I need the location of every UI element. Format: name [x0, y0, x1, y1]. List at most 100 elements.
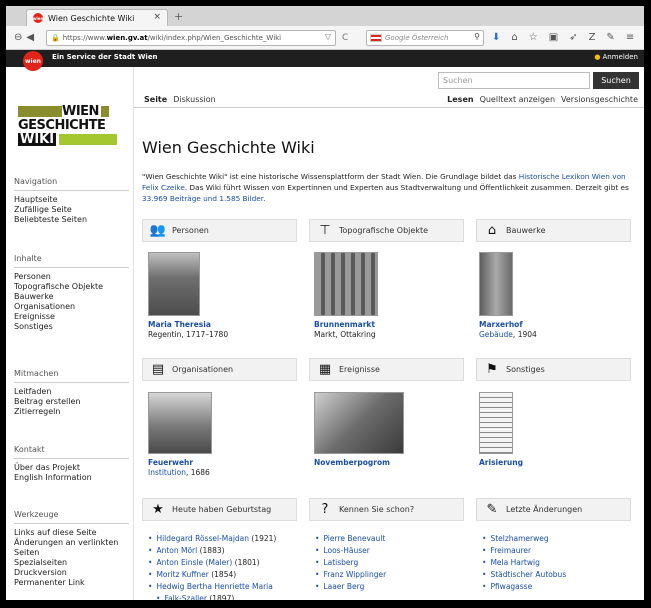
list-item-continuation[interactable]: Falk-Szaller (1897) — [148, 593, 303, 600]
stats-link[interactable]: 33.969 Beiträge und 1.585 Bilder — [142, 194, 263, 203]
flag-icon: ⚑ — [486, 362, 498, 377]
namespace-tabs: Seite Diskussion — [144, 95, 216, 104]
list-item[interactable]: Franz Wipplinger — [315, 569, 470, 581]
back-icon[interactable]: ⊖ — [14, 32, 22, 43]
featured-name[interactable]: Marxerhof — [479, 320, 634, 330]
tab-page[interactable]: Seite — [144, 95, 167, 104]
box-birthdays: ★ Heute haben Geburtstag — [142, 498, 297, 521]
browser-search-box[interactable]: Google Österreich ⚲ — [366, 30, 484, 46]
forward-icon[interactable]: ◀ — [26, 32, 34, 43]
list-item[interactable]: Freimaurer — [482, 545, 637, 557]
url-dropdown-icon[interactable]: ▽ — [325, 32, 331, 41]
box-bauwerke[interactable]: ⌂ Bauwerke — [476, 219, 631, 242]
address-bar[interactable]: 🔒 https://www.wien.gv.at/wiki/index.php/… — [46, 30, 336, 46]
search-icon[interactable]: ⚲ — [474, 32, 480, 41]
sidebar-item-personen[interactable]: Personen — [14, 272, 129, 282]
list-item[interactable]: Mela Hartwig — [482, 557, 637, 569]
list-item[interactable]: Hildegard Rössel-Majdan (1921) — [148, 533, 303, 545]
sidebar-item-related-changes[interactable]: Änderungen an verlinkten Seiten — [14, 538, 129, 558]
list-item[interactable]: Städtischer Autobus — [482, 569, 637, 581]
sidebar-item-citation-rules[interactable]: Zitierregeln — [14, 407, 129, 417]
category-link[interactable]: Institution — [148, 468, 186, 477]
list-item[interactable]: Anton Mörl (1883) — [148, 545, 303, 557]
home-icon[interactable]: ⌂ — [511, 32, 517, 43]
zotero-icon[interactable]: Z — [589, 32, 596, 43]
sidebar-item-about[interactable]: Über das Projekt — [14, 463, 129, 473]
box-title: Personen — [172, 226, 209, 235]
list-item[interactable]: Latisberg — [315, 557, 470, 569]
featured-name[interactable]: Brunnenmarkt — [314, 320, 469, 330]
building-image[interactable] — [479, 252, 513, 316]
did-you-know-list: Pierre Benevault Loos-Häuser Latisberg F… — [315, 533, 470, 593]
box-title: Organisationen — [172, 365, 234, 374]
people-icon: 👥 — [149, 223, 167, 238]
box-personen[interactable]: 👥 Personen — [142, 219, 297, 242]
box-did-you-know: ? Kennen Sie schon? — [309, 498, 464, 521]
clipboard-icon[interactable]: ▣ — [549, 32, 558, 43]
wien-logo-badge[interactable]: wien — [23, 51, 43, 71]
list-item[interactable]: Pfiwagasse — [482, 581, 637, 593]
wiki-search-input[interactable]: Suchen — [438, 72, 590, 89]
sidebar-item-permalink[interactable]: Permanenter Link — [14, 578, 129, 588]
close-tab-icon[interactable]: × — [153, 12, 161, 22]
box-title: Bauwerke — [506, 226, 546, 235]
list-item[interactable]: Loos-Häuser — [315, 545, 470, 557]
sidebar-item-organisationen[interactable]: Organisationen — [14, 302, 129, 312]
sidebar-item-english[interactable]: English Information — [14, 473, 129, 483]
sidebar-item-special-pages[interactable]: Spezialseiten — [14, 558, 129, 568]
sidebar-item-ereignisse[interactable]: Ereignisse — [14, 312, 129, 322]
sidebar-item-leitfaden[interactable]: Leitfaden — [14, 387, 129, 397]
austria-flag-icon — [370, 34, 382, 42]
document-image[interactable] — [479, 392, 513, 454]
featured-subtitle: Gebäude, 1904 — [479, 330, 634, 340]
send-icon[interactable]: ➶ — [569, 32, 577, 43]
portrait-image[interactable] — [148, 252, 200, 316]
url-text: https://www.wien.gv.at/wiki/index.php/Wi… — [62, 34, 282, 42]
list-item[interactable]: Stelzhamerweg — [482, 533, 637, 545]
featured-subtitle[interactable]: Markt, Ottakring — [314, 330, 469, 340]
browser-tab[interactable]: wien Wien Geschichte Wiki × — [26, 9, 168, 26]
box-topografische-objekte[interactable]: ⊤ Topografische Objekte — [309, 219, 464, 242]
fire-station-image[interactable] — [148, 392, 212, 454]
view-tabs: Lesen Quelltext anzeigen Versionsgeschic… — [447, 95, 638, 104]
sidebar-item-bauwerke[interactable]: Bauwerke — [14, 292, 129, 302]
box-ereignisse[interactable]: ▦ Ereignisse — [309, 358, 464, 381]
featured-name[interactable]: Novemberpogrom — [314, 458, 469, 468]
wiki-logo[interactable]: WIEN GESCHICHTE WIKI — [18, 105, 130, 147]
list-item[interactable]: Pierre Benevault — [315, 533, 470, 545]
tab-history[interactable]: Versionsgeschichte — [561, 95, 638, 104]
sidebar-item-hauptseite[interactable]: Hauptseite — [14, 195, 129, 205]
menu-icon[interactable]: ≡ — [626, 32, 634, 43]
reload-icon[interactable]: C — [342, 33, 348, 43]
download-icon[interactable]: ⬇ — [492, 32, 500, 43]
tab-view-source[interactable]: Quelltext anzeigen — [480, 95, 555, 104]
sidebar-item-what-links-here[interactable]: Links auf diese Seite — [14, 528, 129, 538]
category-link[interactable]: Gebäude — [479, 330, 513, 339]
list-item[interactable]: Laaer Berg — [315, 581, 470, 593]
sidebar-item-print[interactable]: Druckversion — [14, 568, 129, 578]
box-sonstiges[interactable]: ⚑ Sonstiges — [476, 358, 631, 381]
featured-name[interactable]: Maria Theresia — [148, 320, 303, 330]
bookmark-star-icon[interactable]: ☆ — [529, 32, 538, 43]
event-image[interactable] — [314, 392, 404, 454]
featured-name[interactable]: Feuerwehr — [148, 458, 303, 468]
new-tab-icon[interactable]: + — [174, 10, 183, 23]
featured-name[interactable]: Arisierung — [479, 458, 634, 468]
tab-read[interactable]: Lesen — [447, 95, 473, 104]
market-image[interactable] — [314, 252, 378, 316]
list-item[interactable]: Anton Einsle (Maler) (1801) — [148, 557, 303, 569]
sidebar-item-create-entry[interactable]: Beitrag erstellen — [14, 397, 129, 407]
extension-icon[interactable]: ✎ — [606, 32, 614, 43]
box-organisationen[interactable]: ▤ Organisationen — [142, 358, 297, 381]
tab-discussion[interactable]: Diskussion — [173, 95, 216, 104]
sidebar-item-sonstiges[interactable]: Sonstiges — [14, 322, 129, 332]
list-item[interactable]: Hedwig Bertha Henriette Maria — [148, 581, 303, 593]
sidebar-item-popular[interactable]: Beliebteste Seiten — [14, 215, 129, 225]
sidebar-item-topografische-objekte[interactable]: Topografische Objekte — [14, 282, 129, 292]
search-button[interactable]: Suchen — [593, 72, 639, 89]
login-link[interactable]: ● Anmelden — [594, 53, 638, 61]
service-text: Ein Service der Stadt Wien — [52, 53, 158, 61]
list-item[interactable]: Moritz Kuffner (1854) — [148, 569, 303, 581]
sidebar-item-random[interactable]: Zufällige Seite — [14, 205, 129, 215]
sidebar: WIEN GESCHICHTE WIKI Navigation Hauptsei… — [6, 67, 134, 600]
